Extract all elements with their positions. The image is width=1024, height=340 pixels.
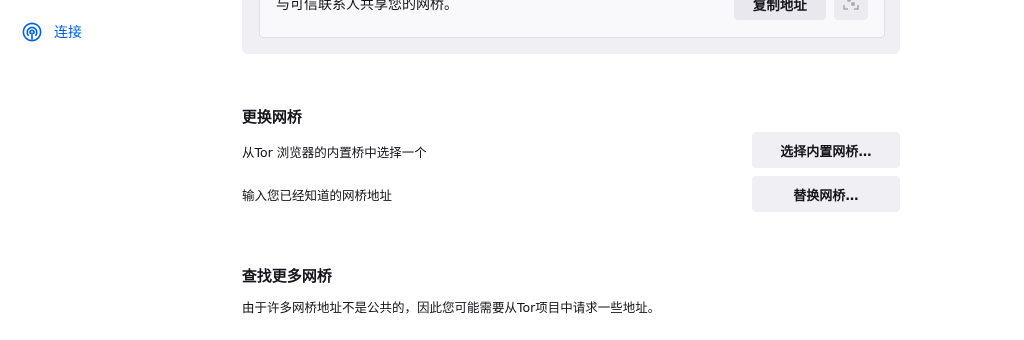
share-bridges-panel: 与可信联系人共享您的网桥。 复制地址 [259,0,885,38]
share-description: 与可信联系人共享您的网桥。 [276,0,458,13]
sidebar-item-connection[interactable]: 连接 [22,20,82,44]
replace-bridge-button[interactable]: 替换网桥… [752,176,900,212]
find-more-bridges-heading: 查找更多网桥 [242,267,333,285]
change-bridge-heading: 更换网桥 [242,108,303,126]
connection-icon [22,22,42,42]
select-builtin-bridge-button[interactable]: 选择内置网桥… [752,132,900,168]
qr-code-button[interactable] [834,0,868,20]
known-bridge-description: 输入您已经知道的网桥地址 [242,188,393,203]
share-bridges-card: 与可信联系人共享您的网桥。 复制地址 [242,0,900,54]
sidebar-item-label: 连接 [54,25,82,41]
copy-address-button[interactable]: 复制地址 [734,0,826,20]
builtin-bridge-description: 从Tor 浏览器的内置桥中选择一个 [242,145,427,160]
find-more-bridges-description: 由于许多网桥地址不是公共的，因此您可能需要从Tor项目中请求一些地址。 [242,300,661,315]
qr-code-icon [842,0,860,15]
